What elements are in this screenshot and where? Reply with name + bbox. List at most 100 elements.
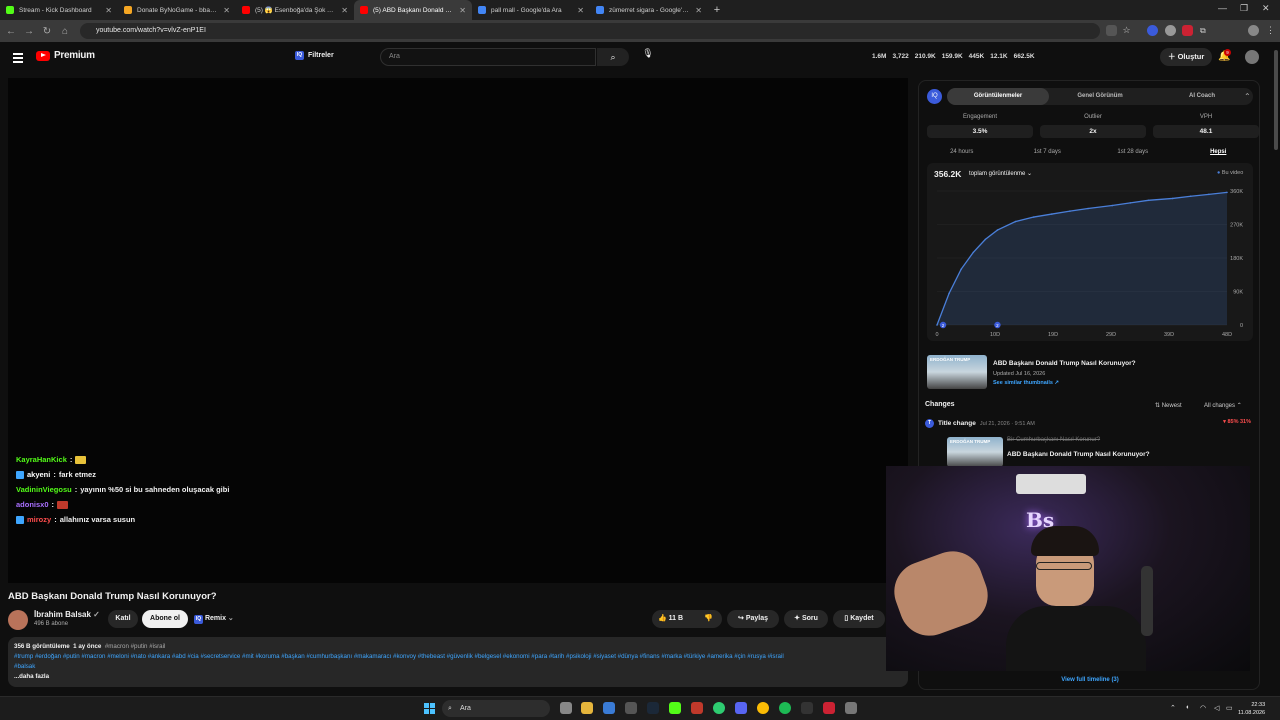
battery-icon[interactable]: ▭ <box>1226 704 1233 712</box>
browser-tab[interactable]: Donate ByNoGame - bbasho D... ✕ <box>118 0 236 20</box>
ask-button[interactable]: ✦ Soru <box>784 610 828 628</box>
close-icon[interactable]: ✕ <box>223 6 230 15</box>
back-icon[interactable]: ← <box>2 26 20 37</box>
app-icon[interactable] <box>625 702 637 714</box>
discord-icon[interactable] <box>735 702 747 714</box>
search-input[interactable]: Ara <box>380 48 596 66</box>
chat-username[interactable]: VadininViegosu <box>16 485 72 494</box>
app-icon[interactable] <box>603 702 615 714</box>
extension-icon[interactable] <box>1182 25 1193 36</box>
menu-dots-icon[interactable]: ⋮ <box>1266 25 1277 36</box>
chrome-icon[interactable] <box>757 702 769 714</box>
hamburger-menu-icon[interactable] <box>13 53 23 65</box>
file-explorer-icon[interactable] <box>581 702 593 714</box>
panel-tab[interactable]: Görüntülenmeler <box>947 88 1049 105</box>
close-icon[interactable]: ✕ <box>341 6 348 15</box>
chat-username[interactable]: adonisx0 <box>16 500 49 509</box>
similar-thumbnails-link[interactable]: See similar thumbnails ↗ <box>993 380 1059 386</box>
clock[interactable]: 22:33 11.08.2026 <box>1238 701 1265 717</box>
app-icon[interactable] <box>801 702 813 714</box>
browser-tab[interactable]: (5) 😱 Esenboğa'da Şok Anları! ✕ <box>236 0 354 20</box>
share-icon: ↪ <box>737 615 744 622</box>
panel-tab[interactable]: Genel Görünüm <box>1049 88 1151 105</box>
kick-icon[interactable] <box>669 702 681 714</box>
app-icon[interactable] <box>713 702 725 714</box>
search-button[interactable]: ⌕ <box>597 48 629 66</box>
period-option[interactable]: 1st 7 days <box>1005 149 1091 155</box>
change-item[interactable]: T Title change Jul 21, 2026 · 9:51 AM <box>925 419 1035 428</box>
close-icon[interactable]: ✕ <box>459 6 466 15</box>
reload-icon[interactable]: ↻ <box>38 26 56 37</box>
remix-label: Remix <box>204 615 226 622</box>
windows-start-icon[interactable] <box>424 703 435 714</box>
create-button[interactable]: ＋ Oluştur <box>1160 48 1213 66</box>
period-option[interactable]: 24 hours <box>919 149 1005 155</box>
forward-icon[interactable]: → <box>20 26 38 37</box>
browser-tab[interactable]: (5) ABD Başkanı Donald Trump ✕ <box>354 0 472 20</box>
close-icon[interactable]: ✕ <box>577 6 584 15</box>
channel-avatar[interactable] <box>8 610 28 630</box>
save-button[interactable]: ▯ Kaydet <box>833 610 885 628</box>
chevron-up-icon[interactable]: ⌃ <box>1244 92 1251 101</box>
y-tick-label: 0 <box>1240 323 1243 329</box>
maximize-icon[interactable]: ❐ <box>1240 3 1248 14</box>
browser-tab[interactable]: pall mall - Google'da Ara ✕ <box>472 0 590 20</box>
tray-chevron-icon[interactable]: ⌃ <box>1170 704 1176 712</box>
microphone-icon[interactable]: 🎙 <box>640 48 656 64</box>
address-bar[interactable]: youtube.com/watch?v=vlvZ-enP1EI <box>80 23 1100 39</box>
share-label: Paylaş <box>745 615 768 622</box>
browser-tab[interactable]: zümerret sigara - Google'da Ar ✕ <box>590 0 708 20</box>
hashtags[interactable]: #trump #erdoğan #putin #macron #meloni #… <box>14 652 902 662</box>
extensions-puzzle-icon[interactable]: ⧉ <box>1200 25 1211 36</box>
panel-tab[interactable]: AI Coach <box>1151 88 1253 105</box>
join-button[interactable]: Katıl <box>108 610 138 628</box>
sort-dropdown[interactable]: ⇅ Newest <box>1155 402 1182 409</box>
extension-icon[interactable] <box>1165 25 1176 36</box>
share-button[interactable]: ↪ Paylaş <box>727 610 779 628</box>
like-icon[interactable]: 👍 <box>658 615 667 622</box>
channel-name[interactable]: İbrahim Balsak ✓ <box>34 610 100 619</box>
app-icon[interactable] <box>823 702 835 714</box>
filters-button[interactable]: IQ Filtreler <box>295 51 334 60</box>
description-box[interactable]: 356 B görüntüleme 1 ay önce #macron #put… <box>8 637 908 687</box>
new-tab-button[interactable]: + <box>710 3 724 17</box>
period-option[interactable]: 1st 28 days <box>1090 149 1176 155</box>
extension-icon[interactable] <box>1147 25 1158 36</box>
app-icon[interactable] <box>691 702 703 714</box>
home-icon[interactable]: ⌂ <box>56 26 74 37</box>
remix-button[interactable]: IQ Remix ⌄ <box>194 610 246 628</box>
task-view-icon[interactable] <box>560 702 572 714</box>
view-full-timeline-link[interactable]: View full timeline (3) <box>919 677 1261 683</box>
star-icon[interactable]: ☆ <box>1121 25 1132 36</box>
close-icon[interactable]: ✕ <box>695 6 702 15</box>
chat-username[interactable]: mirozy <box>27 515 51 524</box>
headset-icon[interactable]: ◐ <box>1186 704 1190 711</box>
scrollbar-thumb[interactable] <box>1274 50 1278 150</box>
minimize-icon[interactable]: — <box>1218 3 1227 13</box>
steam-icon[interactable] <box>647 702 659 714</box>
speaker-icon[interactable]: ◁ <box>1214 704 1219 712</box>
spotify-icon[interactable] <box>779 702 791 714</box>
app-icon[interactable] <box>845 702 857 714</box>
dislike-icon[interactable]: 👎 <box>704 610 713 628</box>
period-option[interactable]: Hepsi <box>1176 149 1262 155</box>
show-more-link[interactable]: ...daha fazla <box>14 672 902 682</box>
tab-title: (5) ABD Başkanı Donald Trump <box>373 6 455 14</box>
subscribe-button[interactable]: Abone ol <box>142 610 188 628</box>
wifi-icon[interactable]: ◠ <box>1200 704 1206 712</box>
browser-tab[interactable]: Stream - Kick Dashboard ✕ <box>0 0 118 20</box>
x-tick-label: 39D <box>1164 332 1174 338</box>
avatar[interactable] <box>1248 25 1259 36</box>
close-window-icon[interactable]: ✕ <box>1262 3 1270 14</box>
close-icon[interactable]: ✕ <box>105 6 112 15</box>
all-changes-dropdown[interactable]: All changes ⌃ <box>1204 402 1242 409</box>
chat-username[interactable]: akyeni <box>27 470 50 479</box>
avatar[interactable] <box>1245 50 1259 64</box>
extension-icon[interactable] <box>1106 25 1117 36</box>
youtube-logo[interactable]: Premium <box>36 50 95 61</box>
page-scrollbar[interactable] <box>1272 42 1280 696</box>
video-card[interactable]: ERDOĞAN TRUMP ABD Başkanı Donald Trump N… <box>927 355 1257 391</box>
taskbar-search[interactable]: ⌕ Ara <box>442 700 550 717</box>
chat-username[interactable]: KayraHanKick <box>16 455 67 464</box>
hashtags[interactable]: #balsak <box>14 662 902 672</box>
